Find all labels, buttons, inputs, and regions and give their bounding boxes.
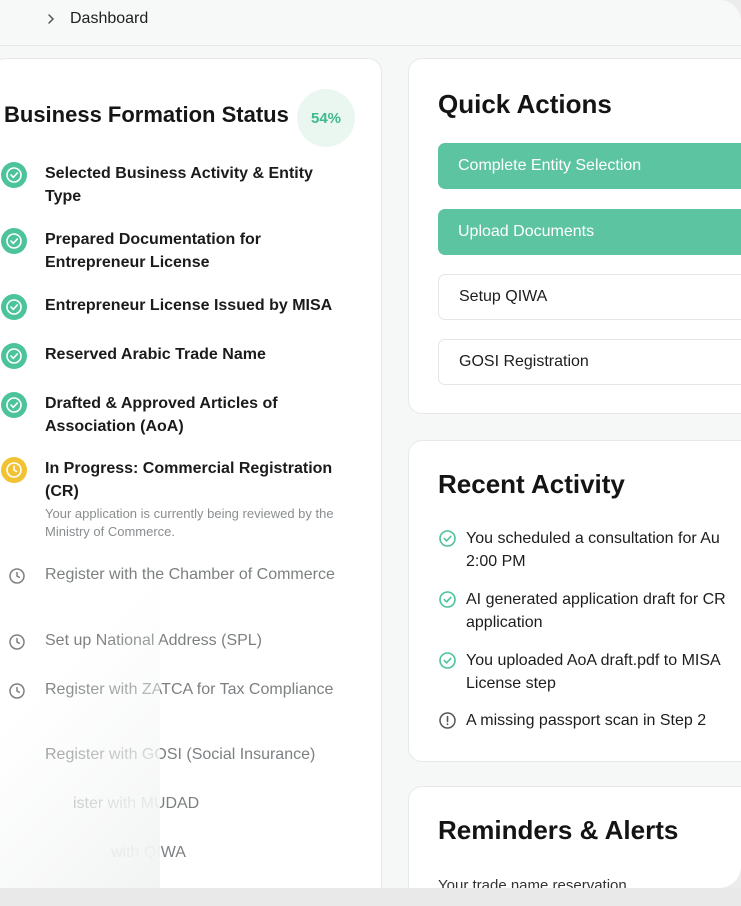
check-circle-icon <box>439 652 456 669</box>
breadcrumb-dashboard[interactable]: Dashboard <box>70 10 148 28</box>
progress-percent-badge: 54% <box>297 89 355 147</box>
top-bar: Dashboard <box>0 0 741 46</box>
step-label: Selected Business Activity & Entity Type <box>45 165 313 205</box>
step-label: Entrepreneur License Issued by MISA <box>45 297 333 314</box>
step-label: Reserved Arabic Trade Name <box>45 346 266 363</box>
step-label: ister with MUDAD <box>73 795 200 812</box>
check-circle-icon <box>439 530 456 547</box>
recent-activity-card: Recent Activity You scheduled a consulta… <box>408 440 741 762</box>
step-label: Set up National Address (SPL) <box>45 632 263 649</box>
business-formation-status-panel: Business Formation Status 54% Selected B… <box>0 58 382 888</box>
check-circle-icon <box>1 162 27 188</box>
breadcrumb: Dashboard <box>44 10 148 28</box>
step-label: In Progress: Commercial Registration (CR… <box>45 460 333 500</box>
app-window: Dashboard Business Formation Status 54% … <box>0 0 741 888</box>
reminders-alerts-card: Reminders & Alerts Your trade name reser… <box>408 786 741 888</box>
check-circle-icon <box>1 392 27 418</box>
upload-documents-button[interactable]: Upload Documents <box>438 209 741 255</box>
reminders-title: Reminders & Alerts <box>438 815 679 845</box>
step-label: Prepared Documentation for Entrepreneur … <box>45 231 262 271</box>
check-circle-icon <box>1 228 27 254</box>
clock-outline-icon <box>9 634 25 650</box>
activity-text: A missing passport scan in Step 2 <box>466 712 707 729</box>
alert-circle-icon <box>439 712 456 729</box>
step-label: with QIWA <box>111 844 186 861</box>
check-circle-icon <box>1 343 27 369</box>
recent-activity-title: Recent Activity <box>438 469 625 499</box>
quick-actions-title: Quick Actions <box>438 89 612 119</box>
clock-icon <box>1 457 27 483</box>
check-circle-icon <box>439 591 456 608</box>
activity-text: You uploaded AoA draft.pdf to MISA Licen… <box>466 652 721 692</box>
step-label: Register with GOSI (Social Insurance) <box>45 746 316 763</box>
quick-actions-card: Quick Actions Complete Entity Selection … <box>408 58 741 414</box>
check-circle-icon <box>1 294 27 320</box>
bottom-strip <box>0 888 741 906</box>
chevron-right-icon <box>48 14 55 24</box>
activity-text: AI generated application draft for CR ap… <box>466 591 726 631</box>
status-step-commercial-registration: In Progress: Commercial Registration (CR… <box>1 457 341 547</box>
reminder-item: Your trade name reservation <box>438 877 627 888</box>
setup-qiwa-button[interactable]: Setup QIWA <box>438 274 741 320</box>
gosi-registration-button[interactable]: GOSI Registration <box>438 339 741 385</box>
step-label: Drafted & Approved Articles of Associati… <box>45 395 278 435</box>
step-label: Register with the Chamber of Commerce <box>45 566 335 583</box>
complete-entity-selection-button[interactable]: Complete Entity Selection <box>438 143 741 189</box>
clock-outline-icon <box>9 568 25 584</box>
status-title: Business Formation Status <box>4 102 289 127</box>
step-label: Register with ZATCA for Tax Compliance <box>45 681 334 698</box>
step-description: Your application is currently being revi… <box>45 506 334 539</box>
activity-text: You scheduled a consultation for Au 2:00… <box>466 530 720 570</box>
clock-outline-icon <box>9 683 25 699</box>
